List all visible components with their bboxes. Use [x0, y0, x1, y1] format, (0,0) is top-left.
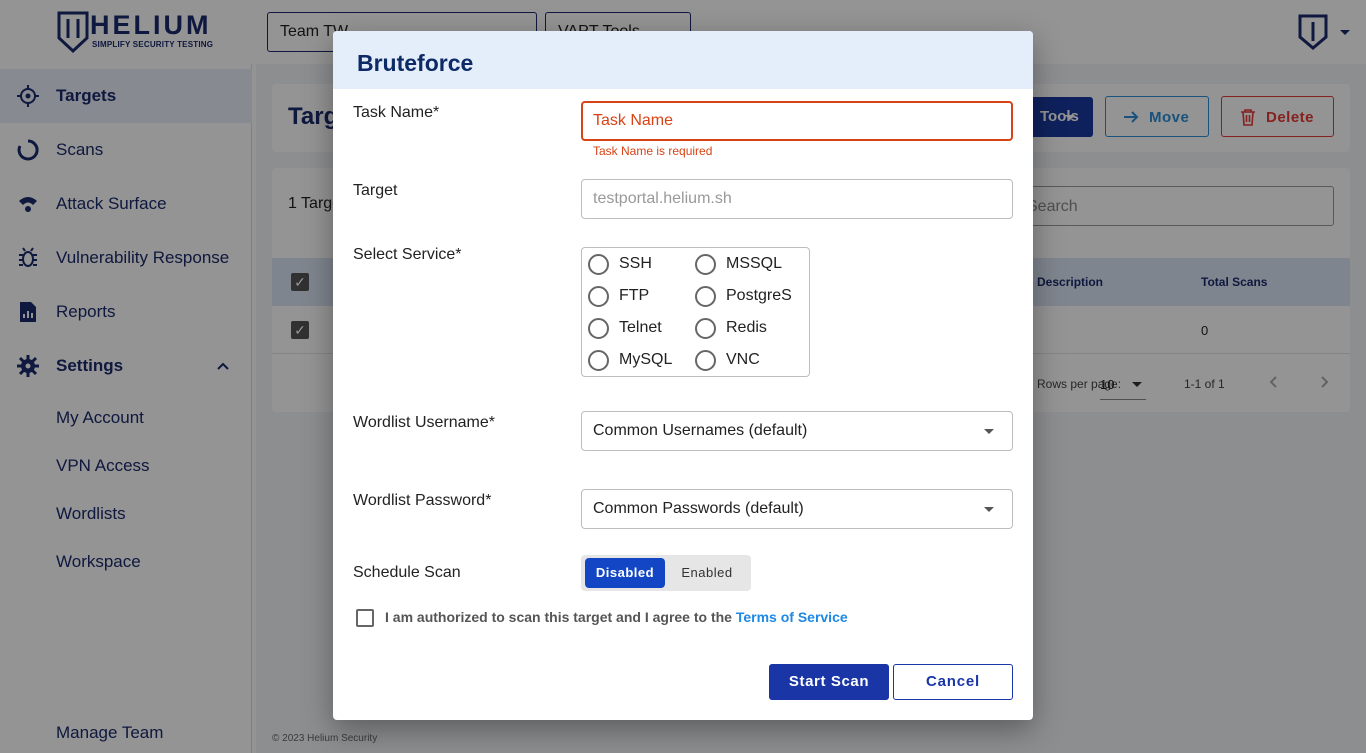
terms-of-service-link[interactable]: Terms of Service [736, 609, 848, 625]
service-radio-telnet[interactable]: Telnet [588, 317, 662, 339]
service-option-label: Redis [726, 319, 767, 336]
target-field: testportal.helium.sh [581, 179, 1013, 219]
service-radio-ftp[interactable]: FTP [588, 285, 649, 307]
service-radio-redis[interactable]: Redis [695, 317, 767, 339]
chevron-down-icon [984, 507, 994, 512]
schedule-disabled-option[interactable]: Disabled [585, 558, 665, 588]
schedule-scan-label: Schedule Scan [353, 564, 461, 581]
service-option-label: SSH [619, 255, 652, 272]
service-radio-ssh[interactable]: SSH [588, 253, 652, 275]
radio-circle[interactable] [588, 349, 609, 371]
terms-checkbox[interactable] [356, 609, 374, 627]
service-radio-mysql[interactable]: MySQL [588, 349, 672, 371]
wordlist-password-select[interactable]: Common Passwords (default) [581, 489, 1013, 529]
dialog-header: Bruteforce [333, 31, 1033, 89]
schedule-scan-toggle: Disabled Enabled [581, 555, 751, 591]
radio-circle[interactable] [588, 253, 609, 275]
radio-circle[interactable] [695, 253, 716, 275]
radio-circle[interactable] [695, 317, 716, 339]
bruteforce-dialog: Bruteforce Task Name* Task Name Task Nam… [333, 31, 1033, 720]
wordlist-username-value: Common Usernames (default) [593, 422, 808, 439]
wordlist-username-select[interactable]: Common Usernames (default) [581, 411, 1013, 451]
terms-text: I am authorized to scan this target and … [385, 609, 736, 625]
task-name-placeholder: Task Name [593, 112, 674, 129]
radio-circle[interactable] [588, 285, 609, 307]
terms-agreement-text: I am authorized to scan this target and … [385, 609, 848, 625]
target-label: Target [353, 182, 398, 199]
schedule-enabled-option[interactable]: Enabled [667, 558, 747, 588]
task-name-input[interactable]: Task Name [581, 101, 1013, 141]
chevron-down-icon [984, 429, 994, 434]
service-option-label: MySQL [619, 351, 673, 368]
task-name-error: Task Name is required [593, 144, 713, 158]
service-option-label: VNC [726, 351, 760, 368]
service-radio-postgres[interactable]: PostgreS [695, 285, 792, 307]
service-option-label: Telnet [619, 319, 662, 336]
wordlist-password-label: Wordlist Password* [353, 492, 492, 509]
task-name-label: Task Name* [353, 104, 440, 121]
start-scan-button[interactable]: Start Scan [769, 664, 889, 700]
wordlist-username-label: Wordlist Username* [353, 414, 495, 431]
service-radio-mssql[interactable]: MSSQL [695, 253, 782, 275]
radio-circle[interactable] [695, 285, 716, 307]
radio-circle[interactable] [695, 349, 716, 371]
cancel-button[interactable]: Cancel [893, 664, 1013, 700]
service-option-label: PostgreS [726, 287, 792, 304]
target-value: testportal.helium.sh [593, 190, 732, 207]
service-option-label: MSSQL [726, 255, 783, 272]
radio-circle[interactable] [588, 317, 609, 339]
service-option-label: FTP [619, 287, 650, 304]
service-radio-group: SSH FTP Telnet MySQL MSSQL PostgreS Redi… [581, 247, 810, 377]
wordlist-password-value: Common Passwords (default) [593, 500, 804, 517]
dialog-title: Bruteforce [357, 50, 474, 76]
select-service-label: Select Service* [353, 246, 462, 263]
service-radio-vnc[interactable]: VNC [695, 349, 760, 371]
